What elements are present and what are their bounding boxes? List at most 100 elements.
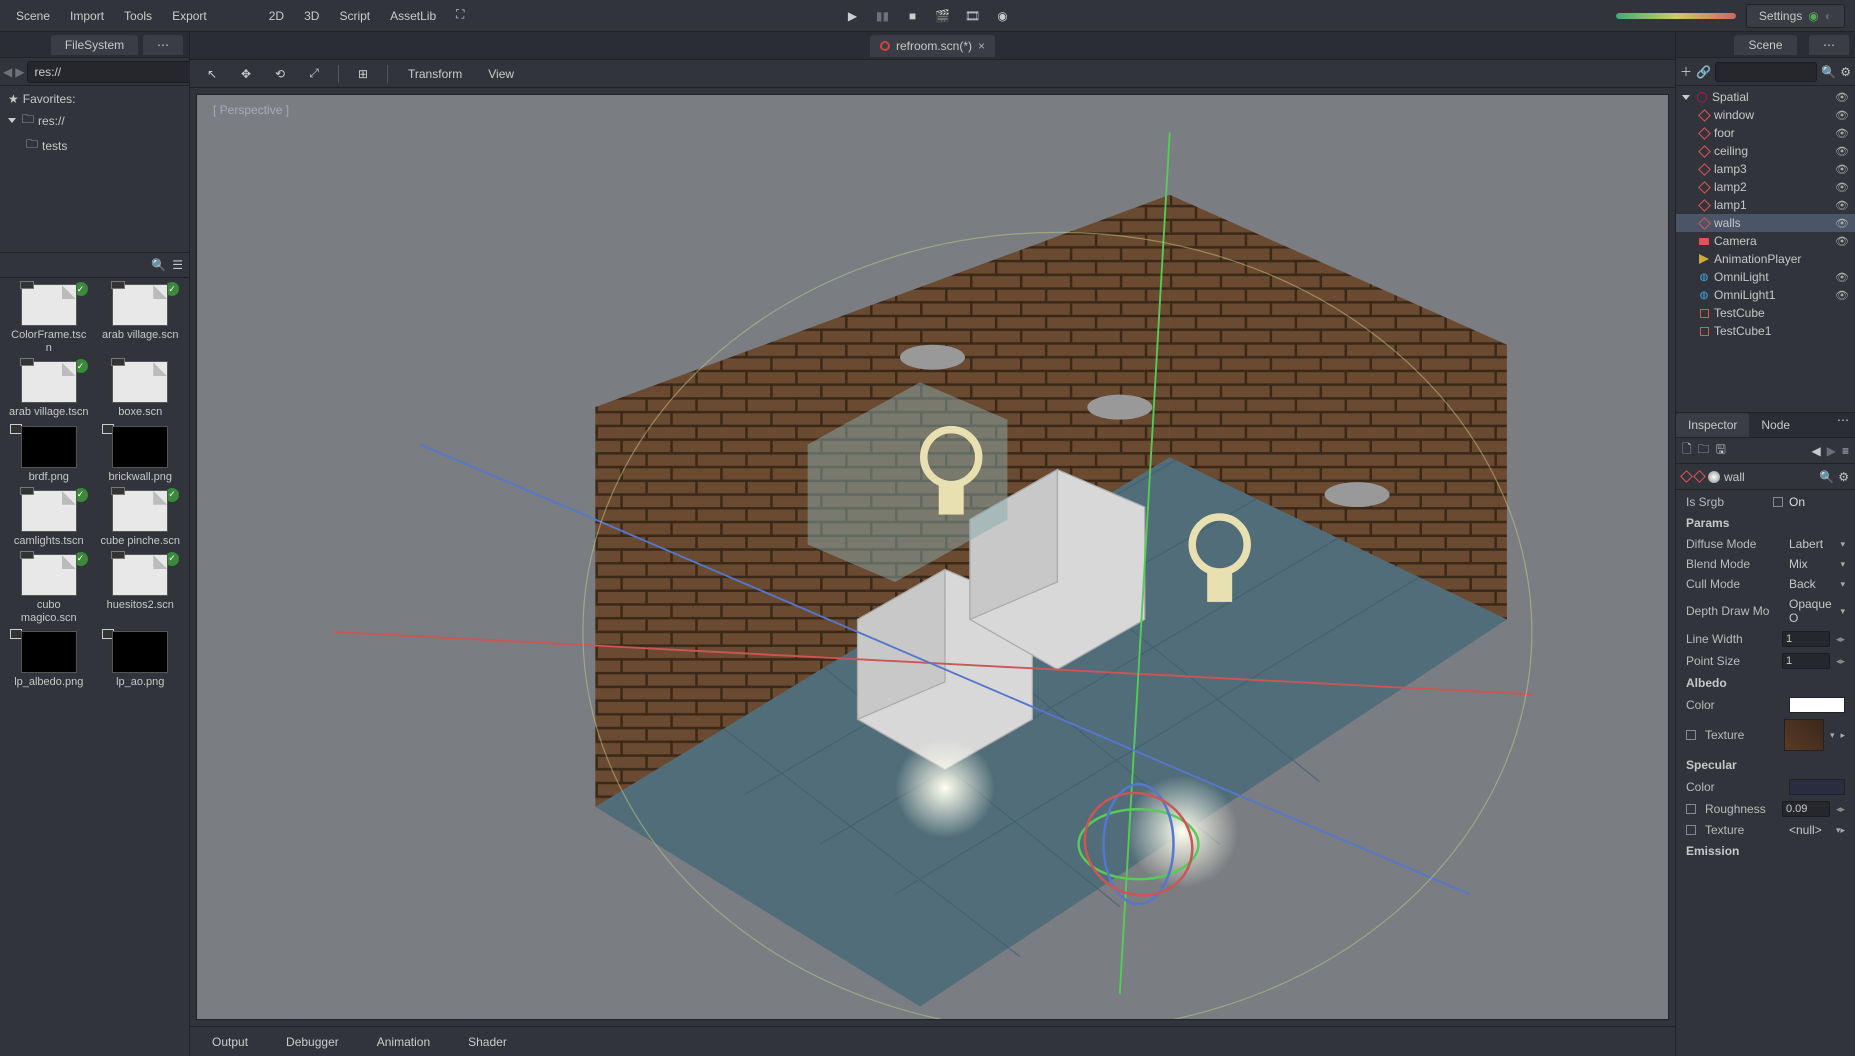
crumb-mesh-icon[interactable] — [1680, 470, 1693, 483]
mode-3d[interactable]: 3D — [294, 3, 329, 29]
play-custom-icon[interactable]: 🎞 — [959, 4, 987, 28]
link-icon[interactable]: 🔗 — [1696, 65, 1711, 79]
file-item[interactable]: ✓arab village.scn — [98, 284, 184, 355]
file-item[interactable]: ✓camlights.tscn — [6, 490, 92, 548]
checkbox-icon[interactable] — [1773, 497, 1783, 507]
visibility-icon[interactable]: 👁 — [1835, 181, 1849, 194]
path-input[interactable] — [27, 61, 196, 83]
3d-viewport[interactable]: [ Perspective ] — [196, 94, 1669, 1020]
new-resource-icon[interactable]: 🗋 — [1682, 440, 1692, 461]
search-icon[interactable]: 🔍 — [1821, 65, 1836, 79]
distraction-free-icon[interactable]: ⛶ — [446, 3, 474, 27]
roughness-input[interactable] — [1782, 801, 1830, 817]
scene-node-lamp2[interactable]: lamp2👁 — [1676, 178, 1855, 196]
move-tool-icon[interactable]: ✥ — [232, 62, 260, 86]
texture-expand-icon[interactable]: ▸ — [1840, 730, 1845, 741]
visibility-icon[interactable]: 👁 — [1835, 199, 1849, 212]
view-menu[interactable]: View — [478, 61, 524, 87]
file-item[interactable]: ✓cubo magico.scn — [6, 554, 92, 625]
expand-icon[interactable] — [8, 118, 16, 123]
specular-texture-dropdown[interactable]: <null>▾▸ — [1789, 823, 1845, 837]
select-tool-icon[interactable]: ↖ — [198, 62, 226, 86]
menu-scene[interactable]: Scene — [6, 3, 60, 29]
prop-is-srgb-value[interactable]: On — [1789, 495, 1845, 509]
scene-dock-tab[interactable]: Scene — [1734, 35, 1796, 55]
scene-node-camera[interactable]: Camera👁 — [1676, 232, 1855, 250]
load-resource-icon[interactable]: 🗀 — [1698, 440, 1710, 461]
scene-node-window[interactable]: window👁 — [1676, 106, 1855, 124]
open-scene-tab[interactable]: refroom.scn(*) × — [870, 35, 995, 57]
snap-icon[interactable]: ⊞ — [349, 62, 377, 86]
cull-mode-dropdown[interactable]: Back▾ — [1789, 577, 1845, 591]
visibility-icon[interactable]: 👁 — [1835, 235, 1849, 248]
visibility-icon[interactable]: 👁 — [1835, 163, 1849, 176]
crumb-mesh-icon[interactable] — [1693, 470, 1706, 483]
save-resource-icon[interactable]: 🖫 — [1716, 440, 1726, 461]
file-item[interactable]: ✓cube pinche.scn — [98, 490, 184, 548]
play-scene-icon[interactable]: 🎬 — [929, 4, 957, 28]
settings-button[interactable]: Settings ◉ ◐ — [1746, 4, 1845, 28]
search-icon[interactable]: 🔍 — [151, 258, 166, 272]
root-row[interactable]: 🗀 res:// — [6, 108, 183, 133]
scene-node-foor[interactable]: foor👁 — [1676, 124, 1855, 142]
inspector-tab[interactable]: Inspector — [1676, 413, 1749, 437]
view-mode-icon[interactable]: ☰ — [172, 258, 183, 272]
rotate-tool-icon[interactable]: ⟲ — [266, 62, 294, 86]
file-item[interactable]: lp_albedo.png — [6, 631, 92, 689]
depth-draw-dropdown[interactable]: Opaque O▾ — [1789, 597, 1845, 625]
scene-filter-input[interactable] — [1715, 62, 1817, 82]
blend-mode-dropdown[interactable]: Mix▾ — [1789, 557, 1845, 571]
history-back-icon[interactable]: ◀ — [1812, 444, 1821, 458]
dock-menu-icon[interactable]: ⋯ — [1809, 35, 1849, 55]
scene-node-lamp1[interactable]: lamp1👁 — [1676, 196, 1855, 214]
settings-icon[interactable]: ⚙ — [1838, 470, 1849, 484]
pause-icon[interactable]: ▮▮ — [869, 4, 897, 28]
visibility-icon[interactable]: 👁 — [1835, 109, 1849, 122]
menu-export[interactable]: Export — [162, 3, 217, 29]
scene-node-spatial[interactable]: ◯Spatial👁 — [1676, 88, 1855, 106]
albedo-texture-thumb[interactable] — [1784, 719, 1824, 751]
scene-node-testcube[interactable]: TestCube — [1676, 304, 1855, 322]
visibility-icon[interactable]: 👁 — [1835, 217, 1849, 230]
nav-back-icon[interactable]: ◀ — [3, 60, 12, 84]
dock-menu-icon[interactable]: ⋯ — [1837, 413, 1849, 427]
scale-tool-icon[interactable]: ⤢ — [300, 62, 328, 86]
dock-menu-icon[interactable]: ⋯ — [143, 35, 183, 55]
file-item[interactable]: ✓huesitos2.scn — [98, 554, 184, 625]
reset-icon[interactable] — [1686, 825, 1696, 835]
expand-icon[interactable] — [1682, 95, 1690, 100]
visibility-icon[interactable]: 👁 — [1835, 127, 1849, 140]
play-icon[interactable]: ▶ — [839, 4, 867, 28]
file-item[interactable]: ✓ColorFrame.tscn — [6, 284, 92, 355]
node-tab[interactable]: Node — [1749, 413, 1802, 437]
file-item[interactable]: lp_ao.png — [98, 631, 184, 689]
shader-tab[interactable]: Shader — [458, 1029, 517, 1055]
visibility-icon[interactable]: 👁 — [1835, 271, 1849, 284]
stop-icon[interactable]: ■ — [899, 4, 927, 28]
file-item[interactable]: boxe.scn — [98, 361, 184, 419]
mode-assetlib[interactable]: AssetLib — [380, 3, 446, 29]
debugger-tab[interactable]: Debugger — [276, 1029, 349, 1055]
file-item[interactable]: brickwall.png — [98, 426, 184, 484]
script-icon[interactable]: ⚙ — [1840, 65, 1851, 79]
filesystem-tab[interactable]: FileSystem — [51, 35, 138, 55]
texture-menu-icon[interactable]: ▾ — [1830, 730, 1835, 741]
scene-node-omnilight[interactable]: ◍OmniLight👁 — [1676, 268, 1855, 286]
history-menu-icon[interactable]: ≡ — [1842, 444, 1849, 458]
menu-import[interactable]: Import — [60, 3, 114, 29]
mode-2d[interactable]: 2D — [259, 3, 294, 29]
visibility-icon[interactable]: 👁 — [1835, 91, 1849, 104]
remote-icon[interactable]: ◉ — [989, 4, 1017, 28]
folder-tests[interactable]: 🗀 tests — [6, 133, 183, 158]
diffuse-mode-dropdown[interactable]: Labert▾ — [1789, 537, 1845, 551]
visibility-icon[interactable]: 👁 — [1835, 289, 1849, 302]
nav-fwd-icon[interactable]: ▶ — [15, 60, 24, 84]
line-width-input[interactable] — [1782, 631, 1830, 647]
favorites-row[interactable]: ★ Favorites: — [6, 90, 183, 108]
reset-icon[interactable] — [1686, 804, 1696, 814]
scene-node-animationplayer[interactable]: AnimationPlayer — [1676, 250, 1855, 268]
mode-script[interactable]: Script — [329, 3, 380, 29]
add-node-icon[interactable]: ＋ — [1680, 63, 1692, 80]
file-item[interactable]: ✓arab village.tscn — [6, 361, 92, 419]
scene-node-lamp3[interactable]: lamp3👁 — [1676, 160, 1855, 178]
